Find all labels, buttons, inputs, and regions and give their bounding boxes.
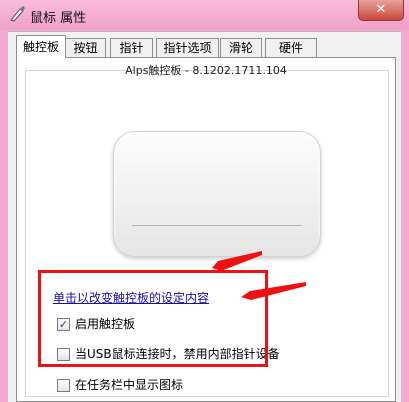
tab-touchpad[interactable]: 触控板 bbox=[16, 35, 66, 58]
red-arrow-icon bbox=[212, 251, 262, 271]
red-arrow-icon bbox=[241, 282, 306, 300]
arrow-annotations bbox=[212, 251, 306, 300]
